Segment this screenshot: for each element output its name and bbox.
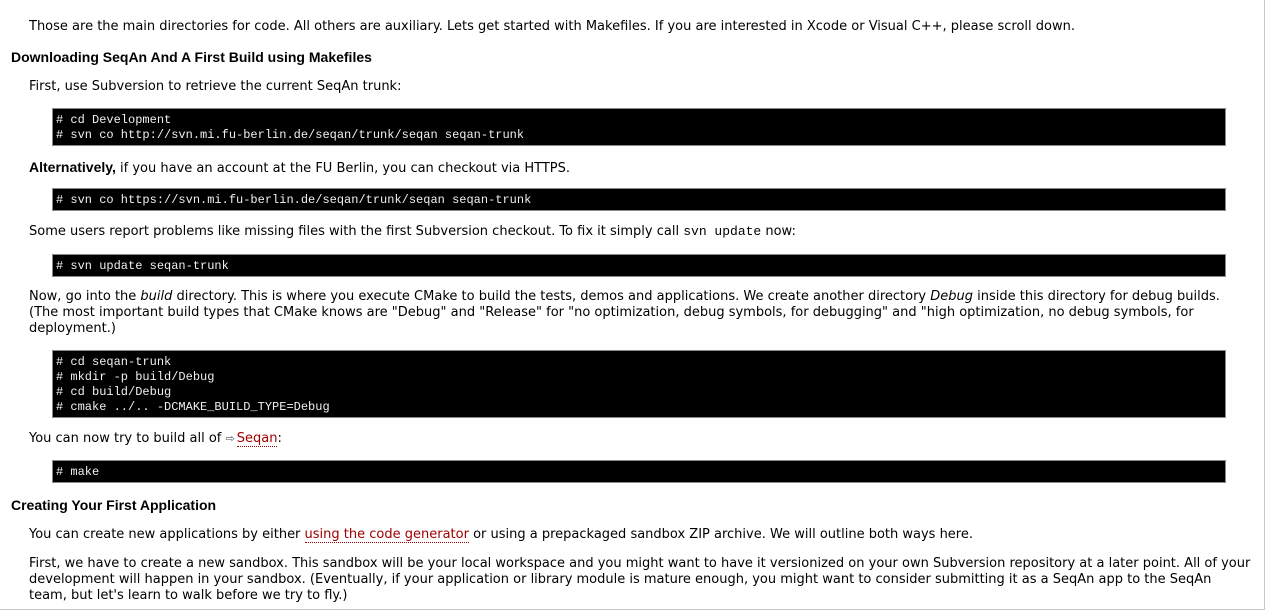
- problems-text-before: Some users report problems like missing …: [29, 224, 684, 239]
- build-text-1: Now, go into the: [29, 289, 141, 304]
- build-emphasis: build: [140, 289, 173, 304]
- create-text-before: You can create new applications by eithe…: [29, 527, 305, 542]
- problems-text-after: now:: [761, 224, 796, 239]
- build-dir-paragraph: Now, go into the build directory. This i…: [0, 289, 1263, 337]
- code-block-update: # svn update seqan-trunk: [52, 254, 1226, 277]
- sandbox-paragraph: First, we have to create a new sandbox. …: [29, 556, 1251, 603]
- debug-emphasis: Debug: [930, 289, 974, 304]
- seqan-link[interactable]: Seqan: [236, 431, 278, 447]
- code-block-make: # make: [52, 460, 1226, 483]
- make-text-after: :: [277, 431, 282, 446]
- create-paragraph: You can create new applications by eithe…: [0, 527, 985, 543]
- code-generator-link[interactable]: using the code generator: [304, 527, 469, 543]
- make-text-before: You can now try to build all of: [29, 431, 226, 446]
- problems-paragraph: Some users report problems like missing …: [0, 224, 808, 240]
- code-block-cmake: # cd seqan-trunk # mkdir -p build/Debug …: [52, 350, 1226, 418]
- arrow-right-icon: ⇨: [225, 432, 235, 445]
- section-heading-downloading: Downloading SeqAn And A First Build usin…: [11, 49, 372, 65]
- create-text-after: or using a prepackaged sandbox ZIP archi…: [468, 527, 973, 542]
- build-text-2: directory. This is where you execute CMa…: [172, 289, 931, 304]
- alternatively-strong: Alternatively,: [29, 159, 116, 175]
- make-paragraph: You can now try to build all of ⇨ Seqan:: [0, 431, 294, 447]
- svn-update-inline-code: svn update: [683, 224, 762, 239]
- code-block-checkout: # cd Development # svn co http://svn.mi.…: [52, 108, 1226, 146]
- retrieve-paragraph: First, use Subversion to retrieve the cu…: [29, 79, 402, 94]
- section-heading-first-application: Creating Your First Application: [11, 497, 217, 513]
- intro-paragraph: Those are the main directories for code.…: [29, 19, 1075, 34]
- code-block-https: # svn co https://svn.mi.fu-berlin.de/seq…: [52, 188, 1226, 211]
- alternative-paragraph: Alternatively, if you have an account at…: [0, 159, 582, 177]
- alternative-text: if you have an account at the FU Berlin,…: [115, 161, 571, 176]
